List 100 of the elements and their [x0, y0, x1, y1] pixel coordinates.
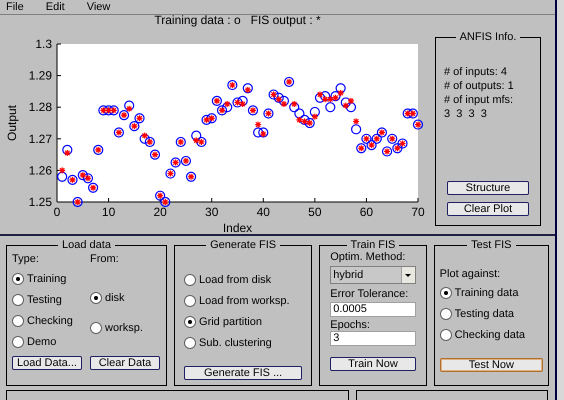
- radio-label: Testing: [27, 294, 62, 306]
- radio-label: Checking data: [454, 329, 525, 341]
- x-tick-label: 70: [411, 205, 425, 219]
- x-axis-label: Index: [222, 221, 252, 235]
- push-button[interactable]: Load Data...: [12, 356, 82, 370]
- field-label: Error Tolerance:: [330, 288, 410, 300]
- circle-marker: [274, 92, 284, 103]
- circle-marker: [278, 96, 290, 106]
- circle-marker: [340, 97, 351, 108]
- y-tick-label: 1.28: [28, 100, 52, 114]
- circle-marker: [314, 92, 326, 103]
- push-button[interactable]: Generate FIS ...: [184, 366, 302, 380]
- y-tick-label: 1.27: [28, 132, 52, 146]
- radio-button[interactable]: [184, 295, 196, 307]
- info-text: # of inputs: 4: [444, 65, 508, 79]
- panel-title: Generate FIS: [209, 240, 278, 251]
- circle-marker: [289, 102, 300, 112]
- push-button[interactable]: Test Now: [440, 358, 543, 372]
- y-tick-label: 1.26: [28, 163, 52, 178]
- circle-marker: [238, 96, 248, 106]
- asterisk-marker: [64, 149, 71, 157]
- asterisk-marker: [244, 86, 252, 94]
- radio-button[interactable]: [440, 308, 452, 320]
- radio-button[interactable]: [440, 287, 452, 299]
- menu-item[interactable]: Edit: [46, 0, 65, 14]
- radio-button[interactable]: [184, 337, 196, 349]
- input-field[interactable]: 0.0005: [330, 302, 416, 317]
- radio-label: Grid partition: [199, 316, 262, 328]
- y-tick-label: 1.25: [28, 195, 52, 209]
- x-tick-label: 10: [102, 205, 116, 219]
- circle-marker: [299, 114, 310, 125]
- circle-marker: [57, 172, 68, 182]
- radio-label: disk: [105, 292, 125, 304]
- push-button[interactable]: Structure: [447, 181, 529, 195]
- radio-button[interactable]: [12, 273, 24, 285]
- circle-marker: [242, 83, 253, 94]
- circle-marker: [140, 134, 150, 144]
- caret-icon: [400, 267, 415, 283]
- field-label: Epochs:: [330, 319, 371, 331]
- circle-marker: [62, 144, 72, 155]
- circle-marker: [310, 106, 320, 118]
- radio-label: Load from worksp.: [199, 295, 290, 307]
- circle-marker: [191, 130, 202, 141]
- radio-button[interactable]: [184, 316, 196, 328]
- x-tick-label: 60: [360, 205, 374, 219]
- x-tick-label: 40: [256, 205, 270, 219]
- info-text: # of outputs: 1: [444, 79, 515, 93]
- circle-marker: [325, 102, 336, 112]
- radio-button[interactable]: [184, 274, 196, 286]
- x-tick-label: 50: [308, 205, 322, 219]
- field-label: Plot against:: [440, 268, 502, 280]
- menu-item[interactable]: View: [86, 0, 110, 14]
- radio-label: Demo: [27, 336, 56, 348]
- circle-marker: [222, 102, 232, 112]
- field-label: Optim. Method:: [330, 251, 406, 263]
- circle-marker: [253, 127, 264, 138]
- push-button[interactable]: Train Now: [330, 357, 416, 371]
- radio-label: Testing data: [454, 308, 514, 320]
- y-tick-label: 1.3: [35, 37, 52, 51]
- circle-marker: [258, 127, 268, 138]
- radio-label: Training: [27, 273, 66, 285]
- chart-title: Training data : o FIS output : *: [154, 15, 321, 27]
- y-tick-label: 1.29: [28, 68, 52, 83]
- panel-title: ANFIS Info.: [458, 32, 518, 43]
- radio-button[interactable]: [90, 292, 102, 304]
- info-text: # of input mfs:: [444, 93, 514, 107]
- input-field[interactable]: 3: [330, 331, 416, 346]
- circle-marker: [124, 100, 134, 111]
- radio-label: Checking: [27, 315, 73, 327]
- field-label: Type:: [12, 253, 40, 265]
- asterisk-marker: [260, 130, 267, 138]
- panel-title: Test FIS: [470, 240, 512, 251]
- radio-label: Sub. clustering: [199, 337, 272, 349]
- method-dropdown[interactable]: hybrid: [330, 266, 416, 284]
- y-axis-label: Output: [5, 104, 19, 142]
- panel-title: Train FIS: [350, 240, 396, 251]
- circle-marker: [336, 83, 346, 94]
- circle-marker: [330, 91, 341, 102]
- x-tick-label: 20: [153, 205, 167, 219]
- radio-label: Load from disk: [199, 274, 272, 286]
- radio-label: Training data: [454, 287, 518, 299]
- radio-button[interactable]: [90, 322, 102, 334]
- panel-title: Load data: [61, 240, 112, 251]
- radio-button[interactable]: [12, 336, 24, 348]
- push-button[interactable]: Clear Plot: [447, 202, 529, 216]
- radio-button[interactable]: [12, 294, 24, 306]
- x-tick-label: 0: [54, 205, 60, 219]
- menu-item[interactable]: File: [6, 0, 24, 14]
- info-text: 3 3 3 3: [444, 107, 488, 121]
- radio-button[interactable]: [12, 315, 24, 327]
- asterisk-marker: [58, 166, 66, 174]
- radio-button[interactable]: [440, 329, 452, 341]
- field-label: From:: [90, 253, 120, 265]
- asterisk-marker: [254, 120, 262, 128]
- asterisk-marker: [352, 118, 360, 126]
- circle-marker: [351, 124, 362, 134]
- push-button[interactable]: Clear Data: [90, 356, 160, 370]
- asterisk-marker: [290, 100, 298, 108]
- x-tick-label: 30: [205, 205, 218, 219]
- circle-marker: [320, 91, 330, 102]
